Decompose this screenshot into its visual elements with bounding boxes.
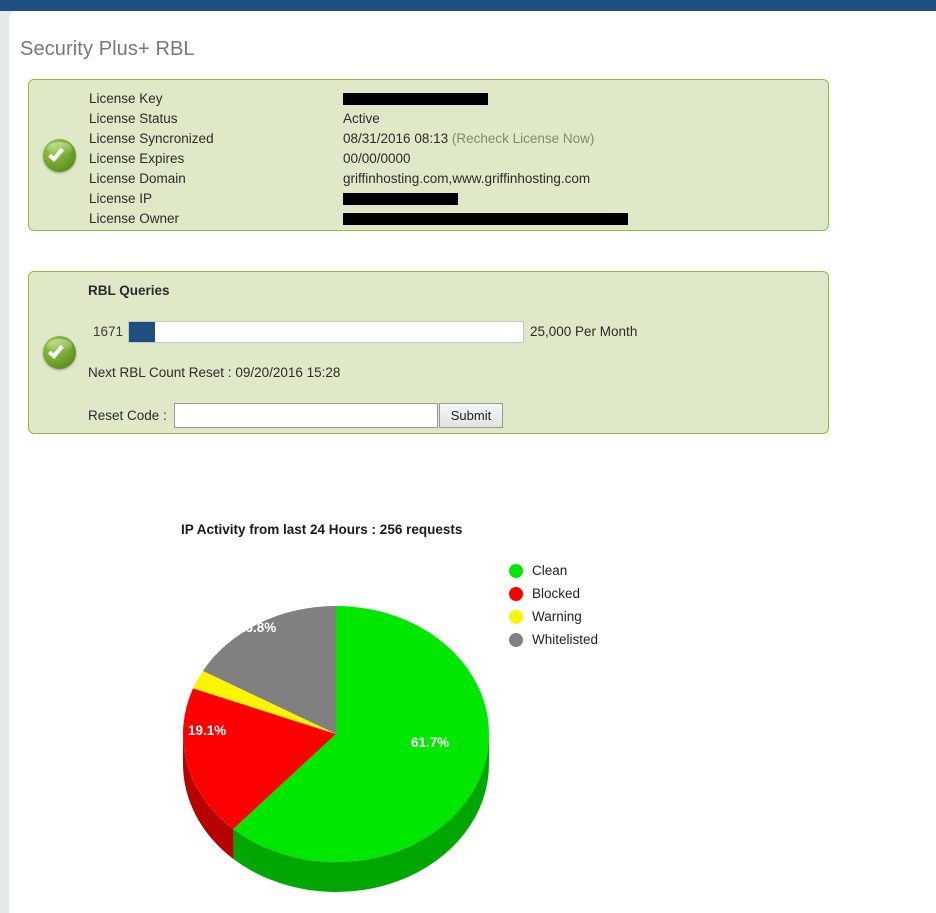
redacted-value bbox=[343, 93, 488, 106]
pie-slice-label: 16.8% bbox=[238, 620, 277, 635]
top-chrome-bar bbox=[0, 0, 936, 11]
rbl-quota-progress-fill bbox=[129, 322, 156, 342]
rbl-status-check-icon bbox=[43, 336, 76, 369]
content-panel: Security Plus+ RBL License Key License St… bbox=[9, 11, 936, 913]
license-row-value: 08/31/2016 08:13 (Recheck License Now) bbox=[343, 131, 595, 146]
legend-label: Clean bbox=[532, 563, 568, 578]
check-glyph bbox=[48, 342, 64, 359]
app-root: Security Plus+ RBL License Key License St… bbox=[0, 0, 936, 913]
legend-swatch-icon bbox=[509, 609, 523, 624]
pie-chart-svg bbox=[183, 606, 489, 892]
legend-item: Warning bbox=[509, 605, 598, 628]
license-row-label: License Key bbox=[89, 91, 163, 106]
license-row-label: License Status bbox=[89, 111, 178, 126]
rbl-queries-heading: RBL Queries bbox=[88, 283, 170, 298]
recheck-license-link[interactable]: (Recheck License Now) bbox=[448, 131, 595, 146]
license-row-label: License Domain bbox=[89, 171, 186, 186]
legend-swatch-icon bbox=[509, 632, 523, 647]
legend-label: Blocked bbox=[532, 586, 581, 601]
license-row-label: License Owner bbox=[89, 211, 180, 226]
license-row-value: 00/00/0000 bbox=[343, 151, 411, 166]
license-row-value: griffinhosting.com,www.griffinhosting.co… bbox=[343, 171, 591, 186]
redacted-value bbox=[343, 213, 628, 226]
license-row-value bbox=[343, 211, 628, 226]
legend-label: Whitelisted bbox=[532, 632, 599, 647]
left-rail bbox=[0, 11, 9, 913]
license-row-value: Active bbox=[343, 111, 380, 126]
rbl-quota-label: 25,000 Per Month bbox=[530, 324, 638, 339]
chart-title: IP Activity from last 24 Hours : 256 req… bbox=[181, 522, 463, 537]
pie-slice-label: 19.1% bbox=[188, 723, 227, 738]
legend-swatch-icon bbox=[509, 586, 523, 601]
pie-chart bbox=[177, 596, 503, 896]
submit-button[interactable]: Submit bbox=[439, 403, 503, 428]
license-row-label: License Expires bbox=[89, 151, 185, 166]
legend-item: Clean bbox=[509, 559, 598, 582]
license-row-label: License IP bbox=[89, 191, 153, 206]
license-row-value bbox=[343, 91, 488, 106]
legend-swatch-icon bbox=[509, 563, 523, 578]
check-glyph bbox=[48, 145, 64, 162]
chart-legend: Clean Blocked Warning Whitelisted bbox=[509, 559, 598, 651]
rbl-used-count: 1671 bbox=[93, 324, 124, 339]
legend-item: Blocked bbox=[509, 582, 598, 605]
redacted-value bbox=[343, 193, 458, 206]
license-status-check-icon bbox=[43, 139, 76, 172]
legend-item: Whitelisted bbox=[509, 628, 598, 651]
page-title: Security Plus+ RBL bbox=[20, 38, 195, 60]
reset-code-input[interactable] bbox=[174, 403, 438, 428]
pie-slice-label: 61.7% bbox=[411, 735, 450, 750]
next-reset-text: Next RBL Count Reset : 09/20/2016 15:28 bbox=[88, 365, 341, 380]
license-row-value bbox=[343, 191, 458, 206]
rbl-quota-progressbar bbox=[128, 321, 524, 343]
license-row-label: License Syncronized bbox=[89, 131, 214, 146]
legend-label: Warning bbox=[532, 609, 582, 624]
reset-code-label: Reset Code : bbox=[88, 408, 167, 423]
